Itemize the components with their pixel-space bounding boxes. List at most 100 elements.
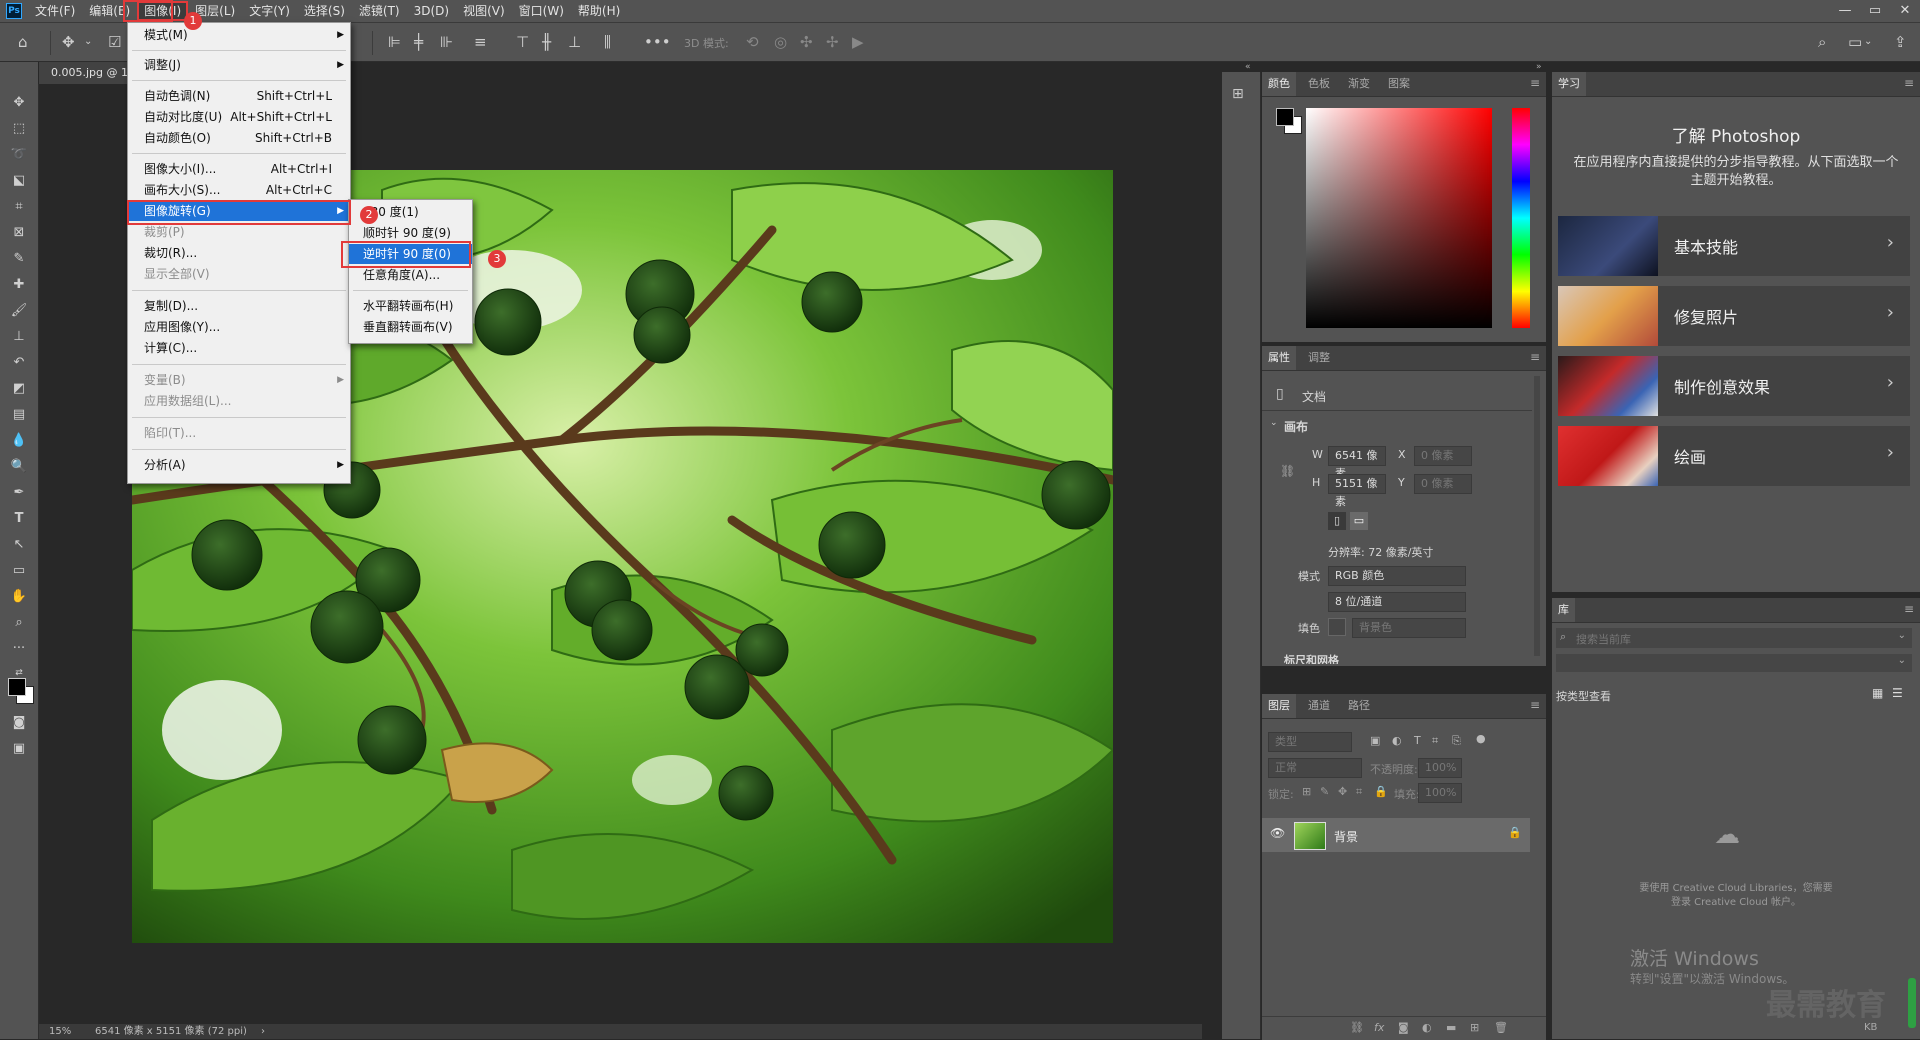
panel-menu-icon[interactable]: ≡	[1530, 76, 1540, 90]
menu-item-apply-image[interactable]: 应用图像(Y)...	[128, 317, 350, 337]
type-tool-icon[interactable]: T	[10, 510, 28, 528]
tab-learn[interactable]: 学习	[1552, 72, 1586, 96]
zoom-tool-icon[interactable]: ⌕	[10, 614, 28, 632]
library-select[interactable]: ⌄	[1556, 654, 1912, 672]
menu-item-auto-tone[interactable]: 自动色调(N) Shift+Ctrl+L	[128, 86, 350, 106]
lock-position-icon[interactable]: ✥	[1338, 785, 1347, 798]
auto-select-checkbox[interactable]: ☑	[108, 34, 121, 50]
tab-swatches[interactable]: 色板	[1302, 72, 1336, 96]
menu-type[interactable]: 文字(Y)	[242, 1, 297, 21]
panel-menu-icon[interactable]: ≡	[1904, 602, 1914, 616]
tab-channels[interactable]: 通道	[1302, 694, 1336, 718]
3d-camera-icon[interactable]: ▶	[852, 34, 864, 50]
grid-view-icon[interactable]: ▦	[1872, 686, 1883, 700]
align-bottom-icon[interactable]: ⊥	[568, 34, 581, 50]
align-middle-icon[interactable]: ╫	[542, 34, 551, 50]
restore-button[interactable]: ▭	[1860, 0, 1890, 22]
tab-layers[interactable]: 图层	[1262, 694, 1296, 718]
lock-brush-icon[interactable]: ✎	[1320, 785, 1329, 798]
menu-view[interactable]: 视图(V)	[456, 1, 512, 21]
distribute-icon[interactable]: ≡	[474, 34, 487, 50]
move-tool-icon[interactable]: ✥	[10, 94, 28, 112]
blur-tool-icon[interactable]: 💧	[10, 432, 28, 450]
menu-item-trap[interactable]: 陷印(T)...	[128, 423, 350, 443]
align-top-icon[interactable]: ⊤	[516, 34, 529, 50]
filter-type-icon[interactable]: T	[1414, 734, 1421, 747]
view-by-type-button[interactable]: 按类型查看	[1556, 688, 1611, 704]
object-select-tool-icon[interactable]: ⬕	[10, 172, 28, 190]
new-layer-icon[interactable]: ⊞	[1470, 1021, 1479, 1034]
hue-slider[interactable]	[1512, 108, 1530, 328]
quick-mask-icon[interactable]: ◙	[10, 714, 28, 732]
history-brush-tool-icon[interactable]: ↶	[10, 354, 28, 372]
lasso-tool-icon[interactable]: ➰	[10, 146, 28, 164]
close-button[interactable]: ✕	[1890, 0, 1920, 22]
history-panel-icon[interactable]: ⊞	[1232, 86, 1244, 102]
link-dimensions-icon[interactable]: ⛓	[1280, 464, 1295, 478]
menu-item-adjustments[interactable]: 调整(J) ▶	[128, 55, 350, 75]
3d-pan-icon[interactable]: ✣	[800, 34, 813, 50]
more-options-icon[interactable]: •••	[644, 34, 671, 50]
menu-item-canvas-size[interactable]: 画布大小(S)... Alt+Ctrl+C	[128, 180, 350, 200]
healing-brush-tool-icon[interactable]: ✚	[10, 276, 28, 294]
menu-edit[interactable]: 编辑(E)	[82, 1, 137, 21]
panel-menu-icon[interactable]: ≡	[1904, 76, 1914, 90]
brush-tool-icon[interactable]: 🖌	[10, 302, 28, 320]
flip-horizontal-item[interactable]: 水平翻转画布(H)	[349, 296, 472, 316]
list-view-icon[interactable]: ☰	[1892, 686, 1903, 700]
rotate-cw-90-item[interactable]: 顺时针 90 度(9)	[349, 223, 472, 243]
workspace-chevron-icon[interactable]: ⌄	[1864, 34, 1872, 50]
panel-menu-icon[interactable]: ≡	[1530, 698, 1540, 712]
fill-opacity-field[interactable]: 100%	[1418, 783, 1462, 803]
collapse-right-icon[interactable]: »	[1536, 62, 1542, 72]
new-group-icon[interactable]: ▬	[1446, 1021, 1456, 1034]
rotate-ccw-90-item[interactable]: 逆时针 90 度(0)	[349, 244, 472, 264]
lock-artboard-icon[interactable]: ⌗	[1356, 785, 1362, 799]
menu-item-image-rotation[interactable]: 图像旋转(G) ▶	[128, 201, 350, 221]
menu-item-crop[interactable]: 裁剪(P)	[128, 222, 350, 242]
search-icon[interactable]: ⌕	[1818, 34, 1826, 50]
marquee-tool-icon[interactable]: ⬚	[10, 120, 28, 138]
menu-item-variables[interactable]: 变量(B) ▶	[128, 370, 350, 390]
menu-item-analysis[interactable]: 分析(A) ▶	[128, 455, 350, 475]
3d-slide-icon[interactable]: ✢	[826, 34, 839, 50]
rulers-grids-section[interactable]: 标尺和网格	[1284, 652, 1339, 664]
rectangle-tool-icon[interactable]: ▭	[10, 562, 28, 580]
more-tools-icon[interactable]: ···	[10, 640, 28, 658]
minimize-button[interactable]: —	[1830, 0, 1860, 22]
chevron-down-icon[interactable]: ⌄	[84, 34, 92, 50]
toolbar-grip[interactable]	[0, 62, 38, 84]
learn-card-creative-effects[interactable]: 制作创意效果 ›	[1558, 356, 1910, 416]
menu-file[interactable]: 文件(F)	[28, 1, 82, 21]
rotate-arbitrary-item[interactable]: 任意角度(A)...	[349, 265, 472, 285]
portrait-icon[interactable]: ▯	[1328, 512, 1346, 530]
tab-adjustments[interactable]: 调整	[1302, 346, 1336, 370]
tab-gradients[interactable]: 渐变	[1342, 72, 1376, 96]
learn-card-painting[interactable]: 绘画 ›	[1558, 426, 1910, 486]
filter-toggle-icon[interactable]: ●	[1476, 732, 1486, 745]
fill-select[interactable]: 背景色	[1352, 618, 1466, 638]
menu-item-auto-color[interactable]: 自动颜色(O) Shift+Ctrl+B	[128, 128, 350, 148]
menu-filter[interactable]: 滤镜(T)	[352, 1, 407, 21]
learn-card-fix-photos[interactable]: 修复照片 ›	[1558, 286, 1910, 346]
properties-scrollbar[interactable]	[1534, 376, 1540, 656]
opacity-field[interactable]: 100%	[1418, 758, 1462, 778]
3d-roll-icon[interactable]: ◎	[774, 34, 787, 50]
canvas-width-field[interactable]: 6541 像素	[1328, 446, 1386, 480]
screen-mode-icon[interactable]: ▣	[10, 740, 28, 758]
crop-tool-icon[interactable]: ⌗	[10, 198, 28, 216]
tab-libraries[interactable]: 库	[1552, 598, 1575, 622]
home-icon[interactable]: ⌂	[18, 34, 28, 50]
menu-item-calculations[interactable]: 计算(C)...	[128, 338, 350, 358]
menu-item-mode[interactable]: 模式(M) ▶	[128, 25, 350, 45]
align-center-icon[interactable]: ╪	[414, 34, 423, 50]
learn-card-basic-skills[interactable]: 基本技能 ›	[1558, 216, 1910, 276]
chevron-down-icon[interactable]: ⌄	[1270, 418, 1278, 428]
menu-3d[interactable]: 3D(D)	[407, 1, 456, 21]
panel-menu-icon[interactable]: ≡	[1530, 350, 1540, 364]
filter-shape-icon[interactable]: ⌗	[1432, 734, 1438, 748]
move-tool-icon[interactable]: ✥	[62, 34, 75, 50]
blend-mode-select[interactable]: 正常	[1268, 758, 1362, 778]
gradient-tool-icon[interactable]: ▤	[10, 406, 28, 424]
landscape-icon[interactable]: ▭	[1350, 512, 1368, 530]
